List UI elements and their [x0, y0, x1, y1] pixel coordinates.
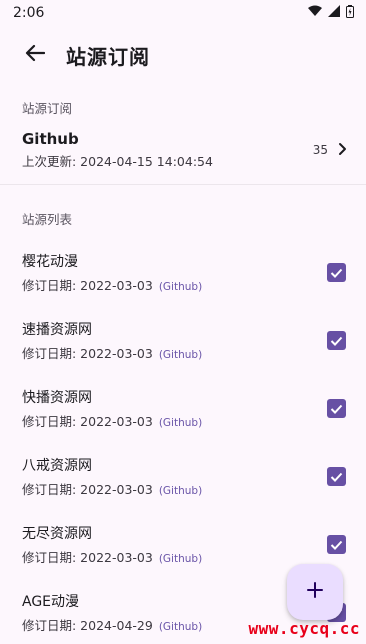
subscription-count: 35: [312, 143, 328, 157]
check-icon: [330, 399, 343, 418]
check-icon: [330, 263, 343, 282]
subscription-name: Github: [22, 130, 79, 148]
item-checkbox[interactable]: [327, 330, 346, 350]
list-item[interactable]: 快播资源网 修订日期: 2022-03-03 (Github): [0, 374, 366, 442]
item-date: 修订日期: 2022-03-03: [22, 481, 153, 497]
divider: [0, 184, 366, 185]
item-date: 修订日期: 2024-04-29: [22, 617, 153, 633]
plus-icon: [307, 582, 323, 602]
subscription-item[interactable]: Github 上次更新: 2024-04-15 14:04:54 35: [0, 116, 366, 184]
add-source-button[interactable]: [287, 564, 343, 620]
item-checkbox[interactable]: [327, 262, 346, 282]
item-date: 修订日期: 2022-03-03: [22, 413, 153, 429]
chevron-right-icon: [338, 141, 348, 160]
item-date: 修订日期: 2022-03-03: [22, 277, 153, 293]
item-date: 修订日期: 2022-03-03: [22, 345, 153, 361]
check-icon: [330, 535, 343, 554]
item-source: (Github): [158, 552, 203, 565]
page-title: 站源订阅: [66, 44, 150, 69]
list-item[interactable]: 樱花动漫 修订日期: 2022-03-03 (Github): [0, 238, 366, 306]
item-name: 八戒资源网: [22, 457, 92, 474]
item-name: AGE动漫: [22, 593, 80, 610]
item-source: (Github): [158, 280, 203, 293]
item-name: 速播资源网: [22, 321, 92, 338]
item-name: 无尽资源网: [22, 525, 92, 542]
status-time: 2:06: [13, 5, 45, 21]
status-icons: [308, 4, 354, 22]
signal-icon: [328, 5, 340, 21]
subscription-updated: 上次更新: 2024-04-15 14:04:54: [22, 154, 213, 169]
wifi-icon: [308, 5, 322, 21]
app-bar: 站源订阅: [0, 26, 366, 84]
item-source: (Github): [158, 416, 203, 429]
list-item[interactable]: 速播资源网 修订日期: 2022-03-03 (Github): [0, 306, 366, 374]
watermark: www.cycq.cc: [248, 619, 360, 638]
check-icon: [330, 331, 343, 350]
section-label-list: 站源列表: [22, 212, 73, 227]
battery-icon: [346, 4, 354, 22]
list-item[interactable]: 八戒资源网 修订日期: 2022-03-03 (Github): [0, 442, 366, 510]
item-name: 快播资源网: [22, 389, 92, 406]
back-button[interactable]: [20, 40, 50, 70]
item-source: (Github): [158, 620, 203, 633]
status-bar: 2:06: [0, 0, 366, 26]
check-icon: [330, 467, 343, 486]
item-checkbox[interactable]: [327, 398, 346, 418]
item-date: 修订日期: 2022-03-03: [22, 549, 153, 565]
item-checkbox[interactable]: [327, 466, 346, 486]
arrow-back-icon: [25, 44, 46, 66]
item-source: (Github): [158, 348, 203, 361]
item-checkbox[interactable]: [327, 534, 346, 554]
section-label-subscription: 站源订阅: [22, 101, 73, 116]
item-name: 樱花动漫: [22, 253, 78, 270]
item-source: (Github): [158, 484, 203, 497]
